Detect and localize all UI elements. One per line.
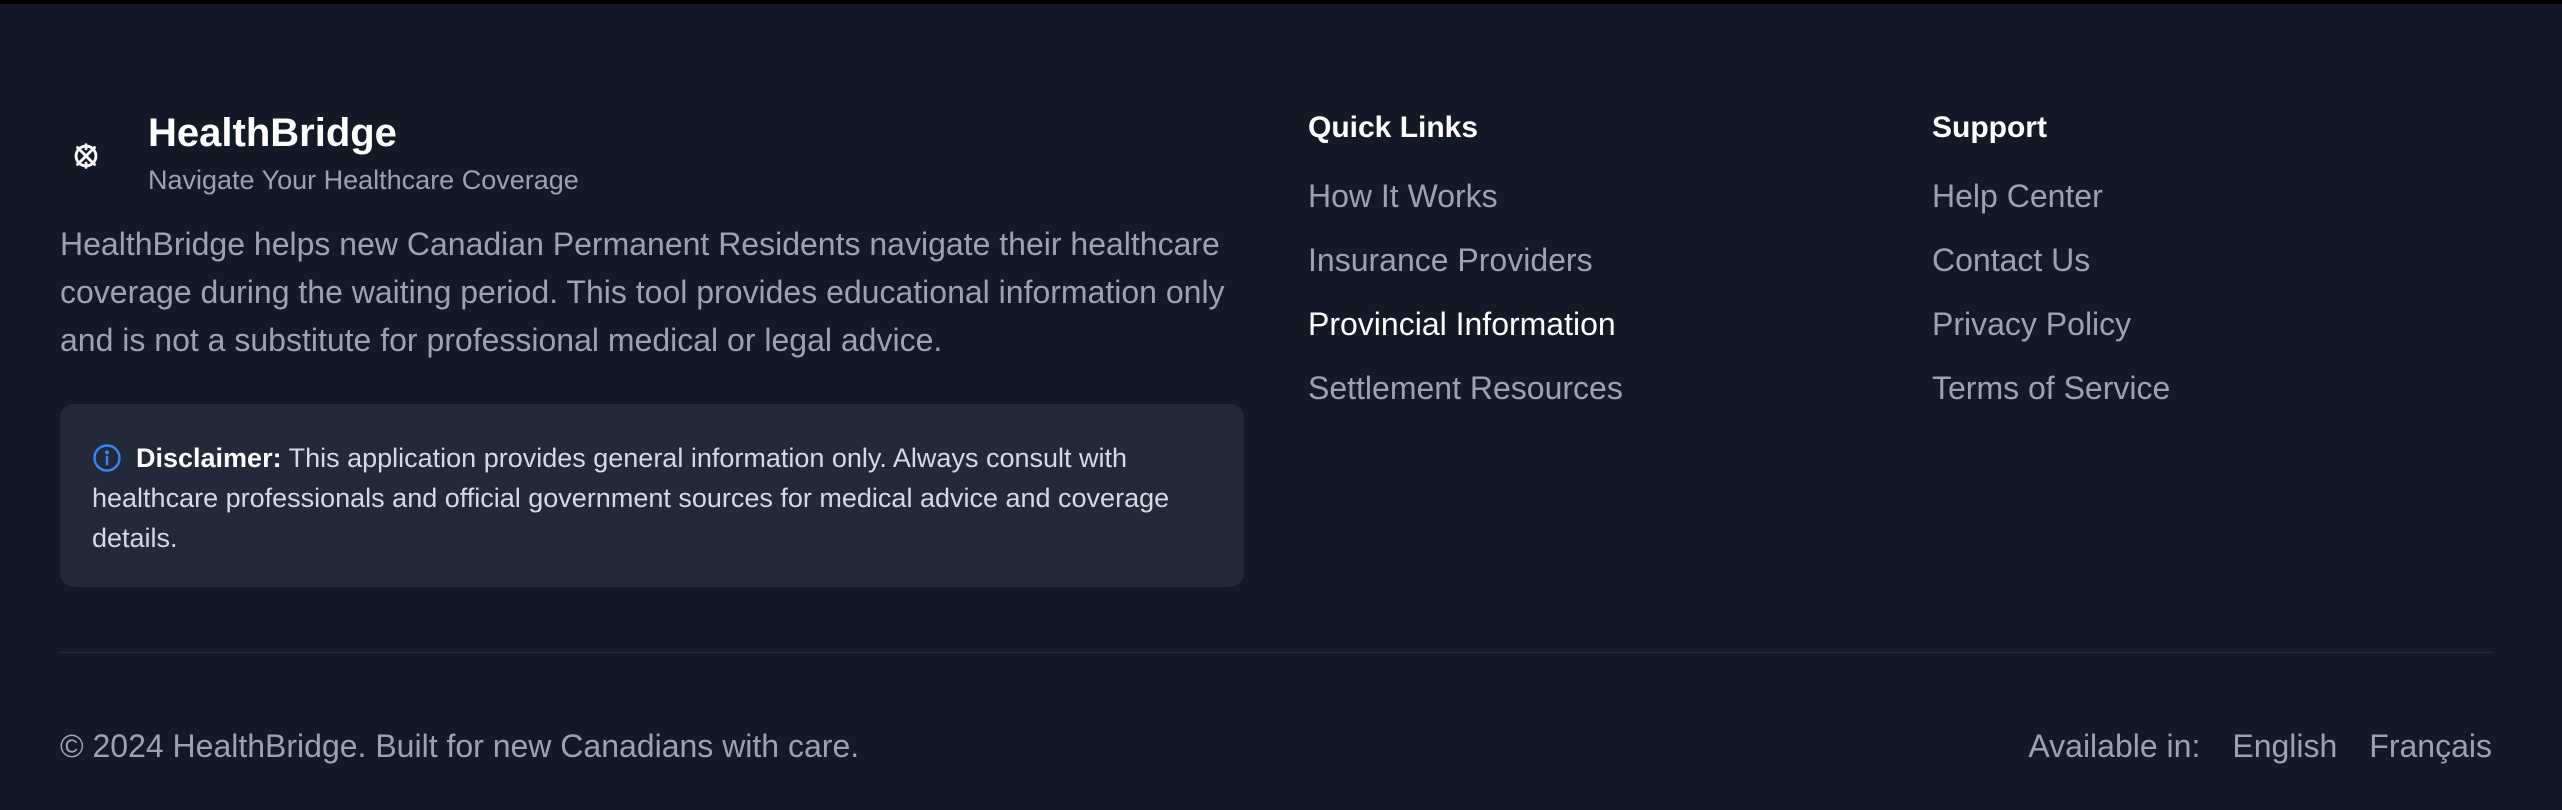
copyright-text: © 2024 HealthBridge. Built for new Canad… bbox=[60, 728, 860, 764]
link-insurance-providers[interactable]: Insurance Providers bbox=[1308, 236, 1623, 284]
brand-header: HealthBridge Navigate Your Healthcare Co… bbox=[60, 104, 1244, 198]
link-help-center[interactable]: Help Center bbox=[1932, 172, 2170, 220]
support-heading: Support bbox=[1932, 111, 2047, 144]
disclaimer-box: Disclaimer: This application provides ge… bbox=[60, 404, 1244, 587]
brand-section: HealthBridge Navigate Your Healthcare Co… bbox=[60, 104, 1244, 364]
link-provincial-information[interactable]: Provincial Information bbox=[1308, 300, 1623, 348]
site-footer: HealthBridge Navigate Your Healthcare Co… bbox=[0, 4, 2562, 810]
brand-description: HealthBridge helps new Canadian Permanen… bbox=[60, 226, 1225, 358]
footer-bottom-bar: © 2024 HealthBridge. Built for new Canad… bbox=[60, 722, 2492, 770]
footer-divider bbox=[60, 652, 2492, 653]
disclaimer-label: Disclaimer: bbox=[136, 443, 282, 473]
quick-links-section: Quick Links How It Works Insurance Provi… bbox=[1308, 104, 1623, 428]
available-in-label: Available in: bbox=[2028, 728, 2201, 764]
stethoscope-cross-icon bbox=[60, 130, 112, 182]
brand-tagline: Navigate Your Healthcare Coverage bbox=[148, 165, 579, 195]
quick-links-heading: Quick Links bbox=[1308, 111, 1479, 144]
language-switcher: Available in: English Français bbox=[2028, 722, 2492, 770]
link-how-it-works[interactable]: How It Works bbox=[1308, 172, 1623, 220]
link-contact-us[interactable]: Contact Us bbox=[1932, 236, 2170, 284]
link-settlement-resources[interactable]: Settlement Resources bbox=[1308, 364, 1623, 412]
quick-links-list: How It Works Insurance Providers Provinc… bbox=[1308, 172, 1623, 412]
language-english-link[interactable]: English bbox=[2232, 722, 2337, 770]
link-terms-of-service[interactable]: Terms of Service bbox=[1932, 364, 2170, 412]
brand-text: HealthBridge Navigate Your Healthcare Co… bbox=[148, 104, 579, 198]
info-icon bbox=[92, 443, 122, 473]
support-section: Support Help Center Contact Us Privacy P… bbox=[1932, 104, 2170, 428]
support-list: Help Center Contact Us Privacy Policy Te… bbox=[1932, 172, 2170, 412]
language-french-link[interactable]: Français bbox=[2369, 722, 2492, 770]
brand-name: HealthBridge bbox=[148, 111, 397, 155]
link-privacy-policy[interactable]: Privacy Policy bbox=[1932, 300, 2170, 348]
